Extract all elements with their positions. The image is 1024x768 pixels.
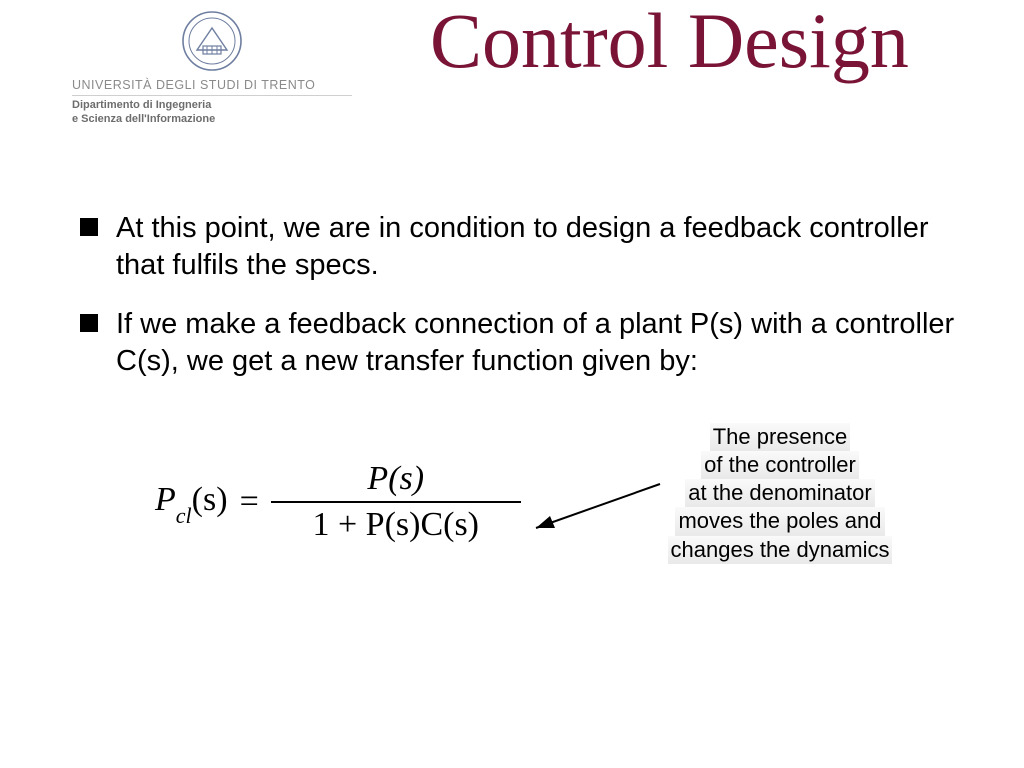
formula-lhs: Pcl(s) xyxy=(155,481,228,524)
bullet-item: At this point, we are in condition to de… xyxy=(80,210,960,284)
bullet-text: If we make a feedback connection of a pl… xyxy=(116,306,960,380)
formula-numerator: P(s) xyxy=(271,460,521,503)
slide-title: Control Design xyxy=(430,0,909,82)
annotation-line: changes the dynamics xyxy=(668,536,893,564)
bullet-marker-icon xyxy=(80,314,98,332)
annotation-line: of the controller xyxy=(701,451,859,479)
bullet-list: At this point, we are in condition to de… xyxy=(80,210,960,402)
annotation-text: The presence of the controller at the de… xyxy=(640,423,920,564)
formula-arg: (s) xyxy=(192,481,228,518)
university-name: UNIVERSITÀ DEGLI STUDI DI TRENTO xyxy=(72,78,352,96)
formula-subscript: cl xyxy=(176,503,192,528)
university-logo-block: UNIVERSITÀ DEGLI STUDI DI TRENTO Diparti… xyxy=(72,10,352,127)
department-line2: e Scienza dell'Informazione xyxy=(72,113,352,127)
formula-fraction: P(s) 1 + P(s)C(s) xyxy=(271,460,521,544)
bullet-text: At this point, we are in condition to de… xyxy=(116,210,960,284)
formula-P: P xyxy=(155,481,176,518)
annotation-line: The presence xyxy=(710,423,851,451)
annotation-line: moves the poles and xyxy=(675,507,884,535)
formula-denominator: 1 + P(s)C(s) xyxy=(306,503,485,544)
closed-loop-formula: Pcl(s) = P(s) 1 + P(s)C(s) xyxy=(155,460,521,544)
university-seal-icon xyxy=(181,10,243,72)
bullet-marker-icon xyxy=(80,218,98,236)
formula-equals: = xyxy=(240,483,259,521)
bullet-item: If we make a feedback connection of a pl… xyxy=(80,306,960,380)
annotation-line: at the denominator xyxy=(685,479,874,507)
department-line1: Dipartimento di Ingegneria xyxy=(72,99,352,113)
